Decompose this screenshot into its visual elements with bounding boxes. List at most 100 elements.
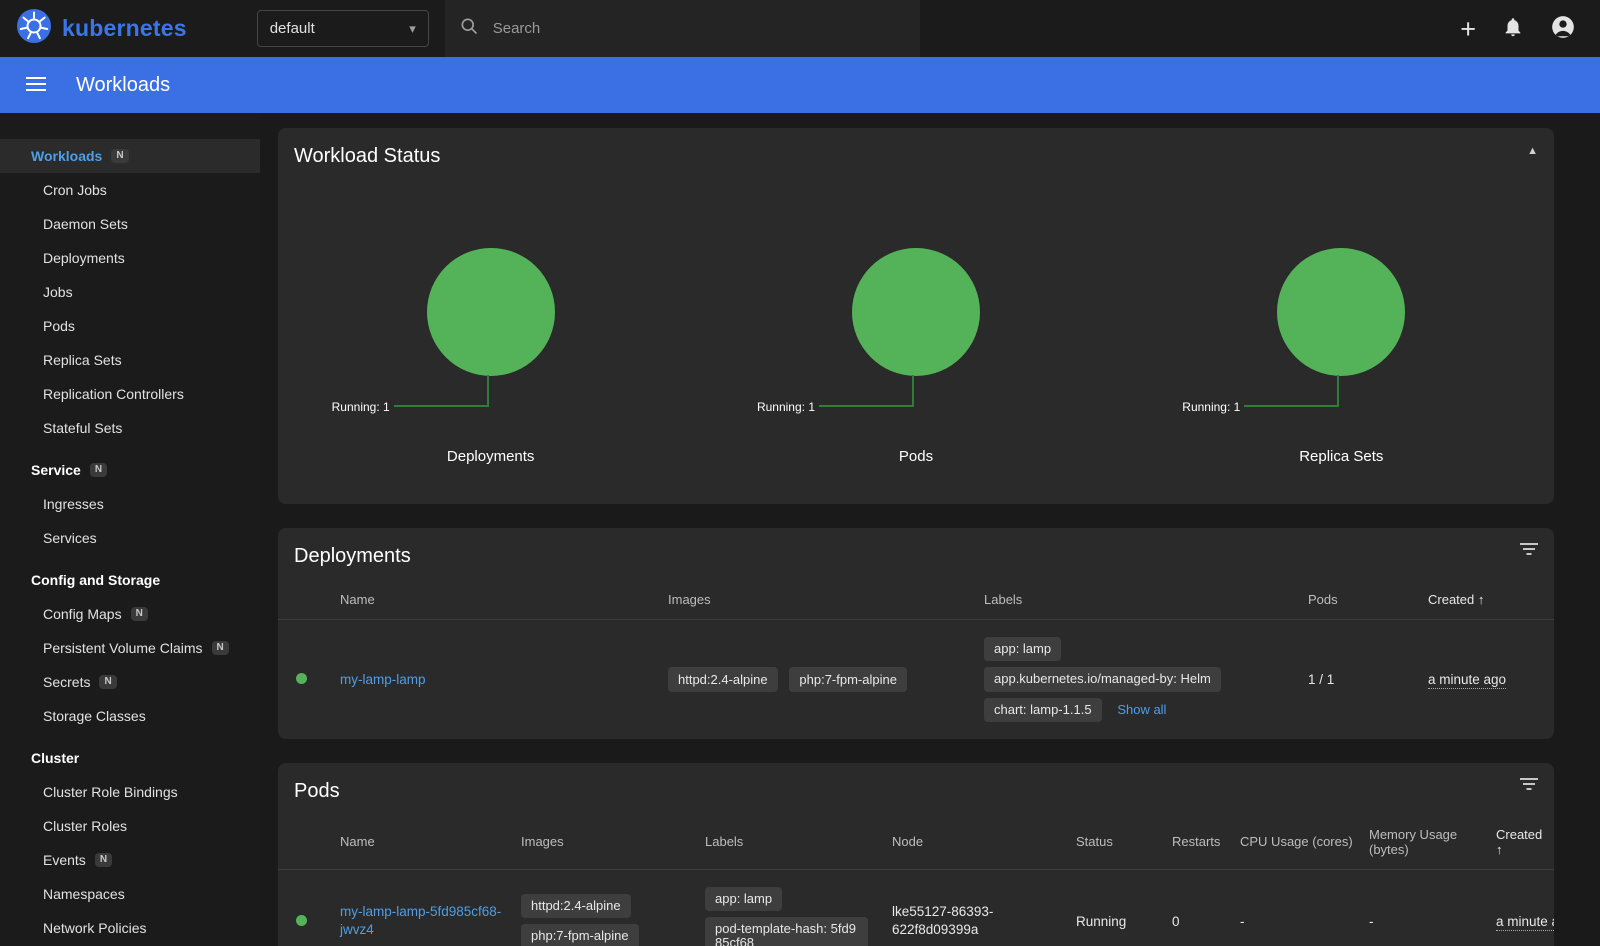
search-bar[interactable] (445, 0, 920, 57)
card-title: Workload Status (278, 128, 1554, 180)
label-chip: app: lamp (984, 637, 1061, 661)
new-badge: N (95, 853, 112, 867)
sidebar-item-ingresses[interactable]: Ingresses (0, 487, 260, 521)
sidebar-item-network-policies[interactable]: Network Policies (0, 911, 260, 945)
table-header-row: Name Images Labels Pods Created ↑ (278, 580, 1554, 620)
col-header-memory-usage: Memory Usage (bytes) (1369, 815, 1496, 870)
card-title: Deployments (278, 528, 1554, 580)
sidebar-item-deployments[interactable]: Deployments (0, 241, 260, 275)
new-badge: N (111, 149, 128, 163)
sidebar-item-services[interactable]: Services (0, 521, 260, 555)
memory-usage: - (1369, 869, 1496, 946)
chart-title: Pods (703, 448, 1128, 465)
namespace-selector[interactable]: default ▾ (257, 10, 429, 47)
created-relative-time: a minute ago (1496, 914, 1554, 931)
bell-icon (1502, 16, 1524, 41)
new-badge: N (99, 675, 116, 689)
col-header-created[interactable]: Created ↑ (1496, 815, 1554, 870)
label-chip: app: lamp (705, 887, 782, 911)
sidebar-item-cron-jobs[interactable]: Cron Jobs (0, 173, 260, 207)
show-all-labels-link[interactable]: Show all (1117, 702, 1166, 717)
sidebar-item-storage-classes[interactable]: Storage Classes (0, 699, 260, 733)
create-resource-button[interactable]: + (1460, 17, 1476, 41)
pie-annotation-connector (1244, 375, 1339, 407)
sidebar-item-workloads[interactable]: Workloads N (0, 139, 260, 173)
chevron-down-icon: ▾ (409, 21, 416, 37)
search-icon (459, 16, 479, 41)
topbar-actions: + (1460, 14, 1584, 43)
created-relative-time: a minute ago (1428, 672, 1506, 689)
sidebar-item-stateful-sets[interactable]: Stateful Sets (0, 411, 260, 445)
deployments-table: Name Images Labels Pods Created ↑ my-lam… (278, 580, 1554, 739)
restart-count: 0 (1172, 869, 1240, 946)
col-header-name[interactable]: Name (340, 815, 521, 870)
search-input[interactable] (493, 20, 906, 37)
sidebar-nav: Workloads N Cron Jobs Daemon Sets Deploy… (0, 113, 260, 946)
sidebar-item-cluster-roles[interactable]: Cluster Roles (0, 809, 260, 843)
pie-running-slice[interactable] (427, 248, 555, 376)
sidebar-item-replica-sets[interactable]: Replica Sets (0, 343, 260, 377)
workload-status-card: Workload Status ▲ Running: 1 Deployments… (278, 128, 1554, 504)
cpu-usage: - (1240, 869, 1369, 946)
main-content: Workload Status ▲ Running: 1 Deployments… (260, 113, 1600, 946)
menu-button[interactable] (20, 70, 52, 101)
chart-title: Deployments (278, 448, 703, 465)
col-header-restarts: Restarts (1172, 815, 1240, 870)
notifications-button[interactable] (1502, 16, 1524, 41)
sidebar-header-config-and-storage[interactable]: Config and Storage (0, 563, 260, 597)
filter-icon (1520, 779, 1538, 794)
col-header-pods: Pods (1308, 580, 1428, 620)
col-header-labels: Labels (984, 580, 1308, 620)
kubernetes-home-link[interactable]: kubernetes (16, 8, 187, 49)
col-header-name[interactable]: Name (340, 580, 668, 620)
sidebar-header-cluster[interactable]: Cluster (0, 741, 260, 775)
pod-row: my-lamp-lamp-5fd985cf68-jwvz4 httpd:2.4-… (278, 869, 1554, 946)
col-header-images: Images (668, 580, 984, 620)
sidebar-item-persistent-volume-claims[interactable]: Persistent Volume Claims N (0, 631, 260, 665)
sidebar-item-label: Services (43, 530, 97, 546)
sidebar-item-label: Events (43, 852, 86, 868)
collapse-card-button[interactable]: ▲ (1527, 142, 1538, 157)
filter-button[interactable] (1520, 777, 1538, 794)
sidebar-item-jobs[interactable]: Jobs (0, 275, 260, 309)
sidebar-item-label: Storage Classes (43, 708, 146, 724)
sidebar-item-replication-controllers[interactable]: Replication Controllers (0, 377, 260, 411)
sidebar-item-label: Pods (43, 318, 75, 334)
sidebar-item-events[interactable]: Events N (0, 843, 260, 877)
pie-annotation-label: Running: 1 (332, 399, 390, 415)
card-title: Pods (278, 763, 1554, 815)
sidebar-item-label: Cluster (31, 750, 79, 766)
top-app-bar: kubernetes default ▾ + (0, 0, 1600, 57)
deployment-name-link[interactable]: my-lamp-lamp (340, 672, 426, 687)
page-title: Workloads (76, 74, 170, 97)
col-header-created[interactable]: Created ↑ (1428, 580, 1554, 620)
sidebar-item-label: Stateful Sets (43, 420, 122, 436)
new-badge: N (90, 463, 107, 477)
sidebar-item-config-maps[interactable]: Config Maps N (0, 597, 260, 631)
sidebar-item-pods[interactable]: Pods (0, 309, 260, 343)
hamburger-icon (26, 76, 46, 95)
sidebar-item-label: Config Maps (43, 606, 122, 622)
image-chip: httpd:2.4-alpine (521, 894, 631, 918)
status-column (278, 580, 340, 620)
sort-asc-icon: ↑ (1496, 842, 1503, 857)
image-chip: php:7-fpm-alpine (521, 924, 639, 946)
account-circle-icon (1550, 14, 1576, 43)
sidebar-item-label: Replica Sets (43, 352, 122, 368)
pie-annotation-connector (819, 375, 914, 407)
workload-status-charts: Running: 1 Deployments Running: 1 Pods R… (278, 180, 1554, 504)
sidebar-item-daemon-sets[interactable]: Daemon Sets (0, 207, 260, 241)
filter-button[interactable] (1520, 542, 1538, 559)
sidebar-item-namespaces[interactable]: Namespaces (0, 877, 260, 911)
pie-annotation-label: Running: 1 (757, 399, 815, 415)
sidebar-item-label: Daemon Sets (43, 216, 128, 232)
sidebar-item-cluster-role-bindings[interactable]: Cluster Role Bindings (0, 775, 260, 809)
sidebar-item-secrets[interactable]: Secrets N (0, 665, 260, 699)
pie-running-slice[interactable] (852, 248, 980, 376)
sidebar-item-label: Secrets (43, 674, 90, 690)
sidebar-item-service[interactable]: Service N (0, 453, 260, 487)
pie-running-slice[interactable] (1277, 248, 1405, 376)
pod-name-link[interactable]: my-lamp-lamp-5fd985cf68-jwvz4 (340, 903, 505, 939)
kubernetes-logo-icon (16, 8, 52, 49)
account-button[interactable] (1550, 14, 1576, 43)
